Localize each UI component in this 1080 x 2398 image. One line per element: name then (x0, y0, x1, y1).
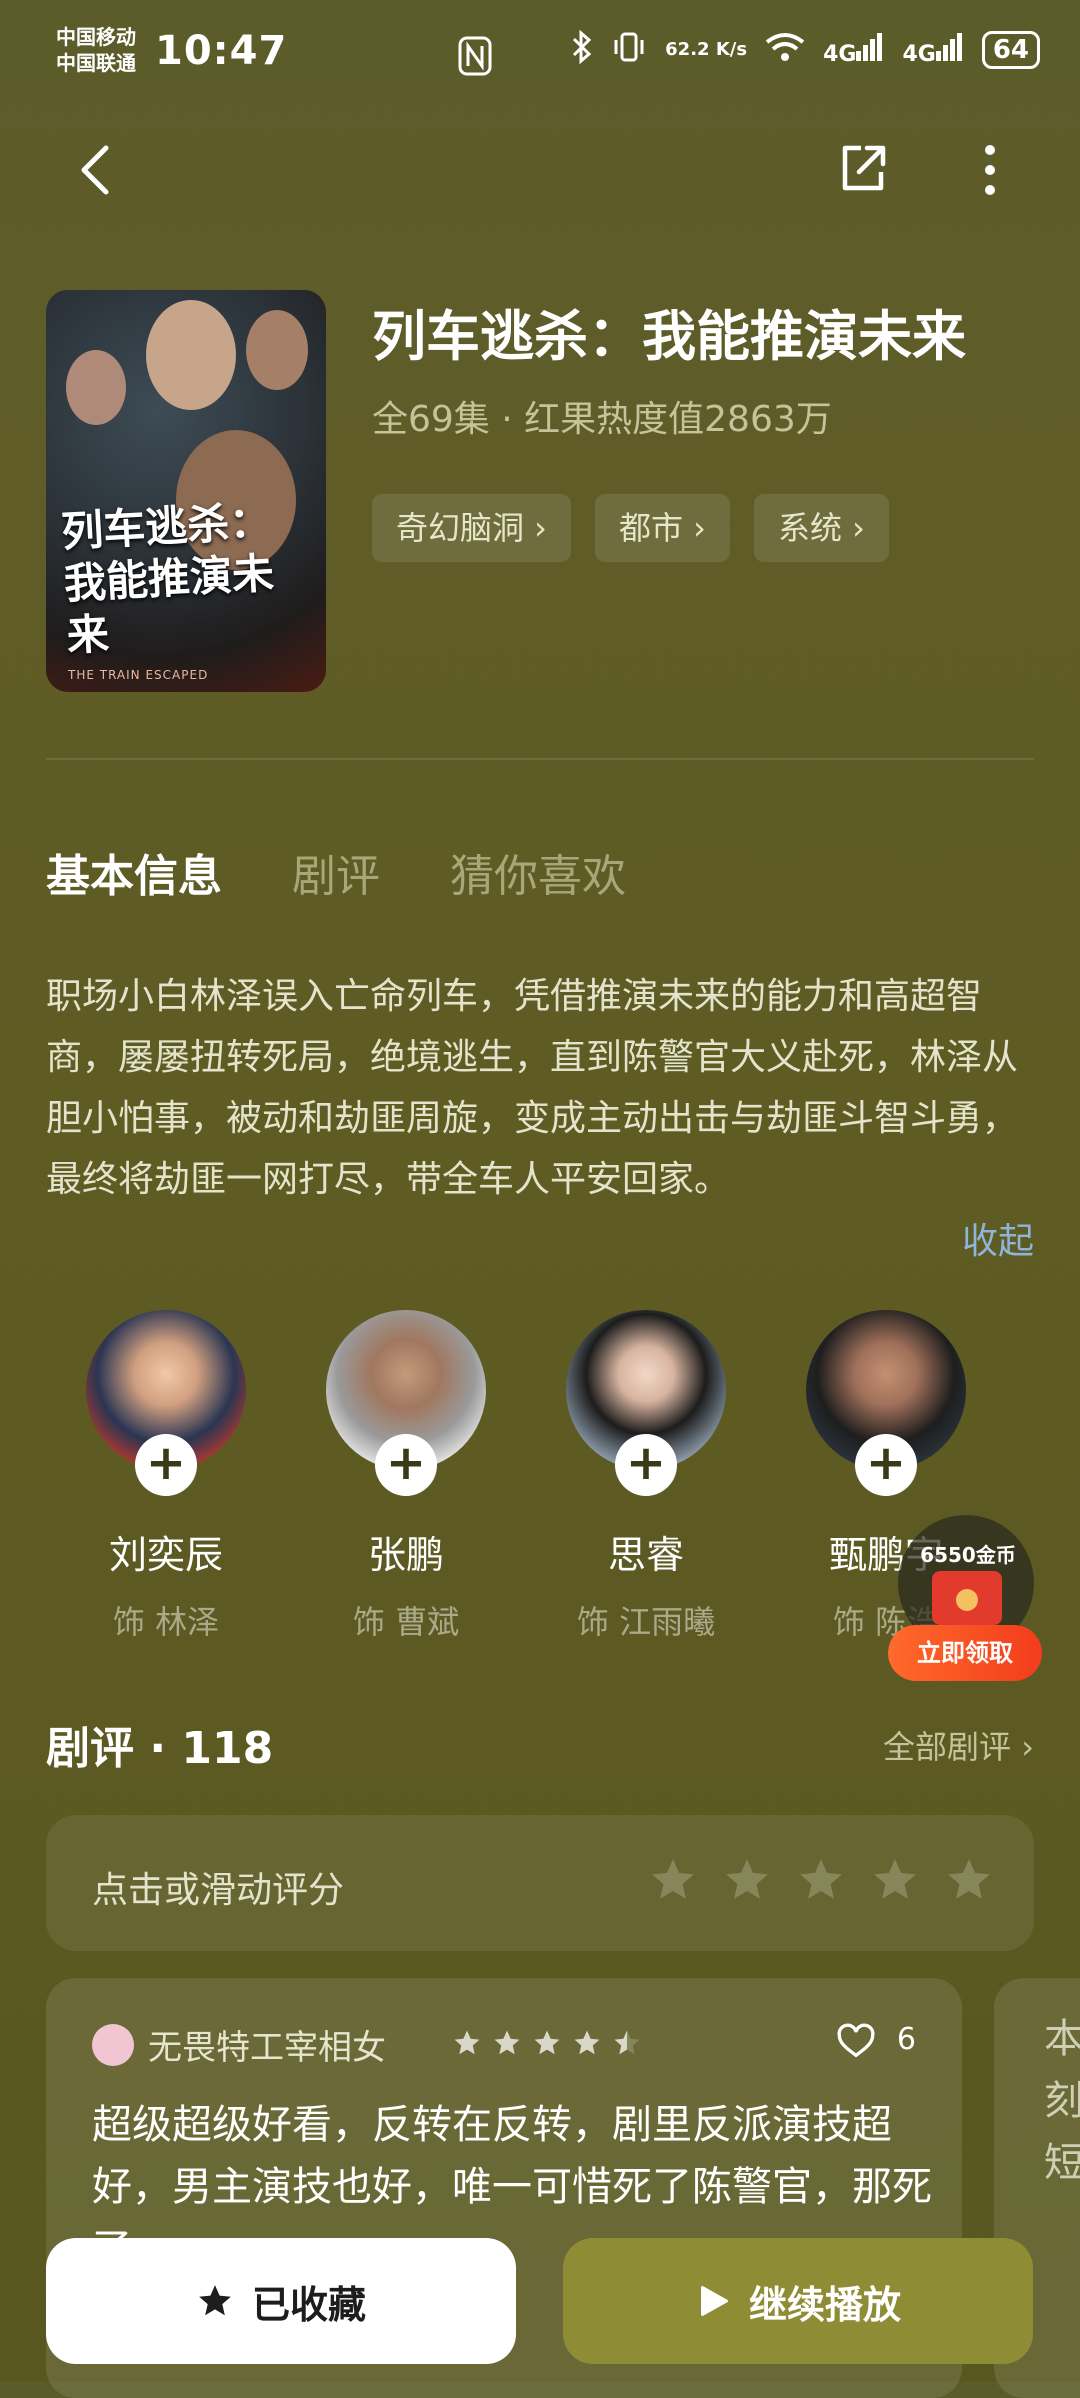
cast-role: 饰 江雨曦 (576, 1603, 716, 1641)
follow-plus-icon[interactable]: + (375, 1434, 437, 1496)
show-poster[interactable]: 列车逃杀：我能推演未来 THE TRAIN ESCAPED (46, 290, 326, 692)
carrier-1: 中国移动 (56, 25, 136, 49)
tab-recommendations[interactable]: 猜你喜欢 (450, 840, 626, 904)
star-half-icon (614, 2030, 640, 2055)
poster-figure-3 (246, 310, 308, 390)
divider (46, 758, 1034, 760)
battery-indicator: 64 (981, 31, 1040, 69)
more-vertical-icon (985, 145, 995, 195)
poster-figure-1 (146, 300, 236, 410)
rating-card[interactable]: 点击或滑动评分 (46, 1815, 1034, 1951)
bottom-action-bar: 已收藏 继续播放 (0, 2220, 1080, 2382)
nfc-icon (458, 36, 492, 76)
play-label: 继续播放 (748, 2282, 901, 2327)
tag-fantasy[interactable]: 奇幻脑洞 › (372, 494, 571, 562)
coin-reward-widget[interactable]: 6550金币 立即领取 (888, 1515, 1042, 1685)
carrier-labels: 中国移动 中国联通 (56, 24, 136, 76)
follow-plus-icon[interactable]: + (615, 1434, 677, 1496)
cast-item[interactable]: + 刘奕辰 饰 林泽 (46, 1310, 286, 1643)
cast-role: 饰 林泽 (112, 1603, 220, 1641)
net-type-1: 4G (823, 42, 857, 67)
tab-bar: 基本信息 剧评 猜你喜欢 (46, 840, 626, 904)
poster-subtitle: THE TRAIN ESCAPED (68, 668, 209, 682)
avatar: + (86, 1310, 246, 1496)
network-speed: 62.2 K/s (665, 39, 748, 60)
tab-basic-info[interactable]: 基本信息 (46, 840, 222, 904)
tab-reviews[interactable]: 剧评 (292, 840, 380, 904)
heart-icon (837, 2023, 875, 2058)
tag-list: 奇幻脑洞 › 都市 › 系统 › (372, 494, 889, 562)
cast-item[interactable]: + 思睿 饰 江雨曦 (526, 1310, 766, 1643)
cast-name: 刘奕辰 (108, 1533, 223, 1577)
coin-amount: 6550金币 (920, 1543, 1016, 1567)
status-icons: 62.2 K/s 4G 4G 64 (571, 29, 1040, 70)
wifi-icon (765, 32, 805, 68)
collapse-link[interactable]: 收起 (962, 1212, 1034, 1264)
tag-system[interactable]: 系统 › (753, 494, 889, 562)
chevron-left-icon (81, 145, 109, 195)
star-icon[interactable] (722, 1855, 772, 1905)
avatar (92, 2024, 134, 2066)
favorite-button[interactable]: 已收藏 (46, 2238, 516, 2364)
play-icon (700, 2286, 728, 2316)
star-icon (494, 2030, 520, 2055)
avatar: + (806, 1310, 966, 1496)
cast-role: 饰 曹斌 (352, 1603, 460, 1641)
share-button[interactable] (835, 140, 891, 196)
star-icon[interactable] (648, 1855, 698, 1905)
signal-2: 4G (902, 33, 963, 67)
vibrate-icon (611, 30, 647, 70)
tag-urban[interactable]: 都市 › (594, 494, 730, 562)
continue-play-button[interactable]: 继续播放 (563, 2238, 1033, 2364)
follow-plus-icon[interactable]: + (135, 1434, 197, 1496)
reviews-title: 剧评 · 118 (46, 1723, 274, 1774)
cast-name: 思睿 (607, 1533, 684, 1577)
favorite-label: 已收藏 (251, 2282, 366, 2327)
follow-plus-icon[interactable]: + (855, 1434, 917, 1496)
cast-item[interactable]: + 张鹏 饰 曹斌 (286, 1310, 526, 1643)
envelope-seal (956, 1589, 978, 1611)
signal-1: 4G (823, 33, 884, 67)
like-button[interactable] (836, 2022, 876, 2062)
more-button[interactable] (975, 140, 1005, 200)
rating-stars[interactable] (648, 1855, 994, 1905)
star-icon (454, 2030, 480, 2055)
avatar: + (326, 1310, 486, 1496)
rating-prompt: 点击或滑动评分 (92, 1870, 345, 1911)
avatar: + (566, 1310, 726, 1496)
review-peek-text: 本刻短 (1044, 2016, 1080, 2186)
clock: 10:47 (155, 28, 288, 74)
show-meta: 全69集 · 红果热度值2863万 (372, 399, 832, 440)
star-icon (534, 2030, 560, 2055)
poster-figure-2 (66, 350, 126, 425)
star-icon[interactable] (944, 1855, 994, 1905)
poster-title: 列车逃杀：我能推演未来 (60, 496, 276, 661)
show-title: 列车逃杀：我能推演未来 (372, 305, 966, 368)
synopsis-text: 职场小白林泽误入亡命列车，凭借推演未来的能力和高超智商，屡屡扭转死局，绝境逃生，… (46, 976, 1019, 1200)
all-reviews-link[interactable]: 全部剧评 › (883, 1722, 1034, 1768)
claim-coins-button[interactable]: 立即领取 (888, 1625, 1042, 1681)
back-button[interactable] (72, 140, 120, 200)
like-count: 6 (896, 2022, 916, 2057)
star-icon[interactable] (870, 1855, 920, 1905)
net-type-2: 4G (902, 42, 936, 67)
status-bar: 中国移动 中国联通 10:47 62.2 K/s 4G 4G 64 (0, 0, 1080, 110)
review-rating (452, 2028, 642, 2058)
cast-name: 张鹏 (367, 1533, 444, 1577)
red-envelope-icon (932, 1571, 1002, 1625)
star-filled-icon (199, 2285, 231, 2316)
share-icon (842, 145, 886, 191)
carrier-2: 中国联通 (56, 51, 136, 75)
star-icon (574, 2030, 600, 2055)
review-username: 无畏特工宰相女 (148, 2028, 386, 2068)
star-icon[interactable] (796, 1855, 846, 1905)
bluetooth-icon (571, 29, 593, 70)
